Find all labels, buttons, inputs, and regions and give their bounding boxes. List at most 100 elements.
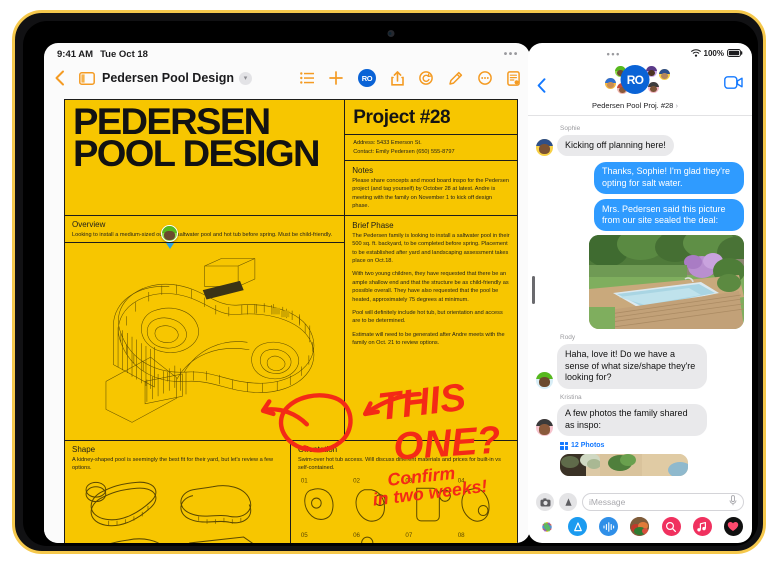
message-bubble[interactable]: Thanks, Sophie! I'm glad they're opting …: [594, 161, 744, 195]
photos-attachment-label: 12 Photos: [571, 442, 605, 450]
message-sender-name: Kristina: [560, 393, 582, 401]
app-store-icon[interactable]: [568, 517, 588, 536]
audio-message-icon[interactable]: [599, 517, 619, 536]
orientation-label-02: 02: [353, 478, 360, 485]
photo-strip-preview[interactable]: [560, 453, 688, 476]
share-icon[interactable]: [391, 70, 404, 86]
message-bubble[interactable]: Haha, love it! Do we have a sense of wha…: [557, 344, 707, 389]
document-canvas[interactable]: PEDERSEN POOL DESIGN Project #28 Address…: [44, 95, 530, 543]
overview-heading: Overview: [72, 220, 106, 230]
digital-touch-icon[interactable]: [723, 517, 743, 536]
group-member-avatar-5: [658, 68, 671, 81]
messages-app-pane: ••• 100% RO Pedersen Pool Proj. #28 › So…: [528, 43, 752, 543]
document-actions-icon[interactable]: [507, 70, 520, 86]
messages-status-bar: ••• 100%: [528, 43, 752, 60]
microphone-icon[interactable]: [729, 493, 737, 511]
photo-attachment-pool[interactable]: [589, 235, 744, 330]
message-sender-name: Rody: [560, 334, 576, 342]
design-brief-page: PEDERSEN POOL DESIGN Project #28 Address…: [64, 99, 518, 543]
conversation-header: RO Pedersen Pool Proj. #28 ›: [528, 60, 752, 116]
list-icon[interactable]: [300, 72, 314, 84]
orientation-options-grid[interactable]: 01 02 03 04 05 06 07 08: [298, 472, 510, 543]
brief-paragraph-4: Estimate will need to be generated after…: [352, 331, 505, 347]
project-address: Address: 5433 Emerson St.: [353, 140, 422, 146]
brief-block: Brief Phase The Pedersen family is looki…: [345, 216, 517, 352]
message-row-incoming: Kicking off planning here!: [536, 135, 744, 156]
app-store-messages-icon[interactable]: [559, 493, 577, 511]
notes-body: Please share concepts and mood board ins…: [352, 177, 509, 209]
shape-body: A kidney-shaped pool is seemingly the be…: [72, 456, 273, 471]
avatar: [536, 138, 553, 156]
facetime-video-icon[interactable]: [724, 76, 743, 94]
avatar: [536, 418, 553, 436]
group-name[interactable]: Pedersen Pool Proj. #28 ›: [592, 101, 678, 110]
orientation-label-03: 03: [405, 478, 412, 485]
message-input-bar: iMessage: [528, 489, 752, 514]
back-chevron-icon[interactable]: [54, 70, 65, 86]
middle-band: Overview Looking to install a medium-siz…: [65, 216, 517, 440]
overview-body: Looking to install a medium-sized outdoo…: [72, 231, 333, 238]
brief-paragraph-3: Pool will definitely include hot tub, bu…: [352, 310, 503, 325]
orientation-label-04: 04: [458, 478, 465, 485]
group-avatar-cluster: RO: [596, 62, 674, 100]
multitask-handle-left[interactable]: •••: [504, 49, 519, 60]
chevron-down-icon[interactable]: ▾: [238, 71, 252, 85]
message-row-incoming: A few photos the family shared as inspo:: [536, 403, 744, 436]
orientation-label-08: 08: [458, 532, 465, 539]
status-date: Tue Oct 18: [100, 48, 148, 60]
more-icon[interactable]: [478, 71, 492, 85]
battery-percent: 100%: [703, 49, 724, 58]
images-search-icon[interactable]: [661, 517, 681, 536]
grid-icon: [560, 441, 568, 450]
music-icon[interactable]: [692, 517, 712, 536]
project-column: Project #28 Address: 5433 Emerson St. Co…: [345, 100, 517, 215]
ipad-device-frame: 9:41 AM Tue Oct 18 ••• Pedersen Pool Des…: [12, 10, 766, 554]
message-row-outgoing: Mrs. Pedersen said this picture from our…: [536, 199, 744, 232]
page-title: Pedersen Pool Design: [102, 71, 234, 85]
multitask-handle-right[interactable]: •••: [607, 49, 621, 59]
notes-block: Notes Please share concepts and mood boa…: [345, 161, 517, 215]
overview-block: Overview Looking to install a medium-siz…: [65, 216, 345, 250]
freeform-app-pane: 9:41 AM Tue Oct 18 ••• Pedersen Pool Des…: [44, 43, 530, 543]
memoji-icon[interactable]: [630, 517, 650, 536]
pool-3d-wireframe-render[interactable]: [65, 243, 344, 440]
message-thread[interactable]: Sophie Kicking off planning here! Thanks…: [528, 116, 752, 489]
brief-paragraph-2: With two young children, they have reque…: [352, 271, 509, 303]
messages-app-drawer: [528, 514, 752, 543]
message-bubble[interactable]: Mrs. Pedersen said this picture from our…: [594, 199, 744, 232]
brief-heading: Brief Phase: [352, 221, 394, 231]
shape-options-grid[interactable]: [72, 472, 283, 543]
collaborator-cursor-avatar: [161, 225, 178, 243]
split-view-divider-handle[interactable]: [532, 276, 535, 304]
add-icon[interactable]: [329, 71, 343, 85]
photos-attachment-link[interactable]: 12 Photos: [560, 441, 744, 450]
project-title: Project #28: [345, 100, 517, 135]
orientation-label-01: 01: [301, 478, 308, 485]
document-toolbar: Pedersen Pool Design ▾ RO: [44, 61, 530, 95]
overview-and-render: Overview Looking to install a medium-siz…: [65, 216, 346, 440]
brief-phase-column: Brief Phase The Pedersen family is looki…: [345, 216, 517, 440]
message-bubble[interactable]: A few photos the family shared as inspo:: [557, 403, 707, 436]
message-bubble[interactable]: Kicking off planning here!: [557, 135, 674, 156]
group-identity[interactable]: RO Pedersen Pool Proj. #28 ›: [546, 62, 724, 110]
messages-back-icon[interactable]: [537, 78, 546, 96]
undo-icon[interactable]: [419, 71, 433, 85]
message-sender-name: Sophie: [560, 125, 581, 132]
camera-icon[interactable]: [536, 493, 554, 511]
shape-heading: Shape: [72, 445, 96, 454]
sidebar-icon[interactable]: [79, 71, 95, 85]
markup-pen-icon[interactable]: [448, 71, 463, 86]
group-avatar: RO: [620, 65, 650, 94]
imessage-input[interactable]: iMessage: [582, 493, 744, 511]
brief-paragraph-1: The Pedersen family is looking to instal…: [352, 232, 510, 265]
masthead: PEDERSEN POOL DESIGN: [65, 100, 346, 216]
bottom-band: Shape A kidney-shaped pool is seemingly …: [65, 440, 517, 543]
message-row-outgoing: Thanks, Sophie! I'm glad they're opting …: [536, 161, 744, 195]
collaborators-avatar[interactable]: RO: [358, 69, 376, 87]
photos-app-icon[interactable]: [537, 517, 556, 536]
project-contact: Contact: Emily Pedersen (650) 555-8797: [353, 148, 455, 155]
shape-block: Shape A kidney-shaped pool is seemingly …: [65, 441, 291, 543]
collaborator-cursor-pointer: [166, 243, 174, 250]
ipad-screen: 9:41 AM Tue Oct 18 ••• Pedersen Pool Des…: [23, 21, 758, 546]
orientation-label-05: 05: [301, 532, 308, 539]
